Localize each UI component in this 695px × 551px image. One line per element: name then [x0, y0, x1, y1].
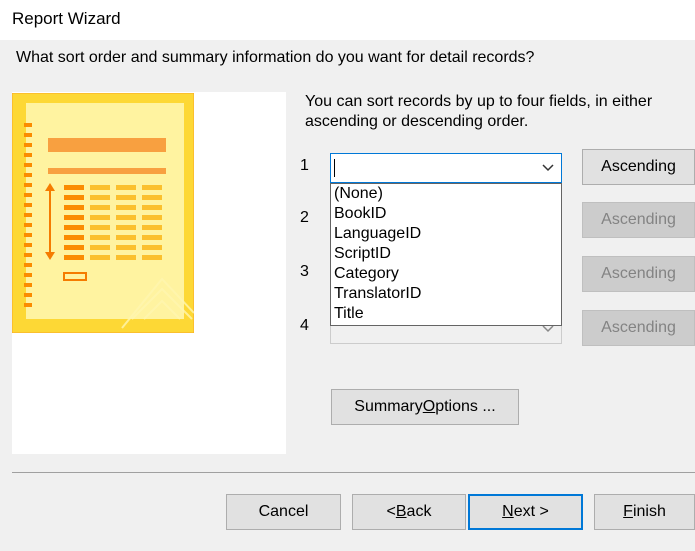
sort-field-number-4: 4 [300, 317, 309, 334]
next-button[interactable]: Next > [468, 494, 583, 530]
chevron-down-icon[interactable] [535, 154, 561, 182]
back-label-end: ack [406, 503, 432, 520]
title-bar: Report Wizard [0, 0, 695, 40]
dropdown-option-none[interactable]: (None) [331, 184, 561, 204]
summary-options-button[interactable]: Summary Options ... [331, 389, 519, 425]
finish-button[interactable]: Finish [594, 494, 695, 530]
cancel-button[interactable]: Cancel [226, 494, 341, 530]
summary-options-accesskey: O [422, 398, 436, 415]
sort-field-dropdown-list[interactable]: (None) BookID LanguageID ScriptID Catego… [330, 183, 562, 326]
dropdown-option-translatorid[interactable]: TranslatorID [331, 284, 561, 304]
page-question: What sort order and summary information … [16, 49, 535, 66]
summary-options-label-end: ptions ... [435, 398, 496, 415]
sort-order-button-4[interactable]: Ascending [582, 310, 695, 346]
sort-field-combo-1[interactable] [330, 153, 562, 183]
back-accesskey: B [395, 503, 407, 520]
sort-field-number-1: 1 [300, 157, 309, 174]
window-title: Report Wizard [12, 9, 121, 28]
sort-order-button-1[interactable]: Ascending [582, 149, 695, 185]
report-illustration-icon [12, 93, 194, 333]
dropdown-option-scriptid[interactable]: ScriptID [331, 244, 561, 264]
sort-order-button-2[interactable]: Ascending [582, 202, 695, 238]
next-accesskey: N [502, 503, 514, 520]
dropdown-option-title[interactable]: Title [331, 304, 561, 324]
next-label-end: ext > [513, 503, 549, 520]
sort-order-button-3[interactable]: Ascending [582, 256, 695, 292]
summary-options-label-start: Summary [354, 398, 423, 415]
back-button[interactable]: < Back [352, 494, 466, 530]
dropdown-option-category[interactable]: Category [331, 264, 561, 284]
footer-separator [12, 472, 695, 473]
dropdown-option-languageid[interactable]: LanguageID [331, 224, 561, 244]
dropdown-option-bookid[interactable]: BookID [331, 204, 561, 224]
sort-field-number-3: 3 [300, 263, 309, 280]
finish-accesskey: F [623, 503, 633, 520]
back-label-start: < [386, 503, 396, 520]
sort-info-text: You can sort records by up to four field… [305, 93, 653, 130]
text-caret [334, 159, 335, 177]
finish-label-end: inish [632, 503, 666, 520]
sort-field-number-2: 2 [300, 209, 309, 226]
